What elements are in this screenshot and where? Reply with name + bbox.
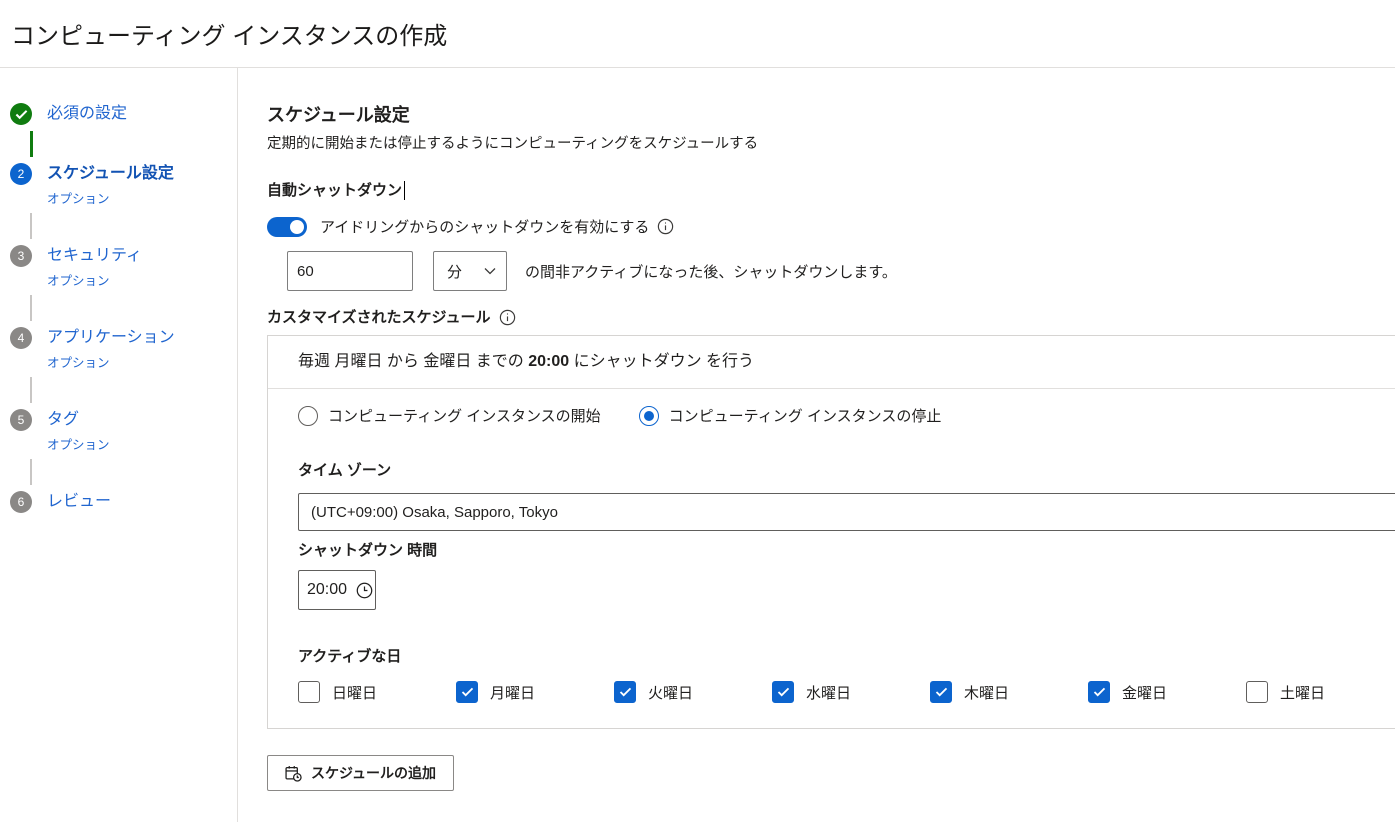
step-sublabel: オプション [47, 436, 110, 454]
add-schedule-button[interactable]: スケジュールの追加 [267, 755, 454, 791]
day-label: 日曜日 [332, 682, 377, 703]
schedule-summary-time: 20:00 [528, 353, 569, 370]
step-label: アプリケーション [47, 326, 175, 350]
idle-shutdown-toggle-label: アイドリングからのシャットダウンを有効にする [320, 216, 649, 237]
step-label: 必須の設定 [47, 102, 127, 126]
step-label: スケジュール設定 [47, 162, 174, 186]
day-checkbox-monday[interactable]: 月曜日 [456, 681, 614, 703]
step-number-badge: 4 [10, 327, 32, 349]
checkbox-icon [1246, 681, 1268, 703]
auto-shutdown-heading-text: 自動シャットダウン [267, 180, 402, 201]
main-content: スケジュール設定 定期的に開始または停止するようにコンピューティングをスケジュー… [238, 68, 1395, 822]
day-checkbox-wednesday[interactable]: 水曜日 [772, 681, 930, 703]
radio-start-label: コンピューティング インスタンスの開始 [328, 405, 601, 426]
calendar-clock-icon [285, 765, 302, 782]
shutdown-time-value: 20:00 [307, 581, 347, 599]
add-schedule-label: スケジュールの追加 [311, 763, 436, 783]
text-cursor [404, 181, 405, 200]
radio-stop-label: コンピューティング インスタンスの停止 [669, 405, 942, 426]
step-sublabel: オプション [47, 190, 174, 208]
idle-unit-value: 分 [447, 261, 462, 282]
step-application[interactable]: 4 アプリケーション オプション [10, 326, 237, 372]
schedule-card: 毎週 月曜日 から 金曜日 までの 20:00 にシャットダウン を行う コンピ… [267, 335, 1395, 729]
day-checkbox-saturday[interactable]: 土曜日 [1246, 681, 1395, 703]
page-title: コンピューティング インスタンスの作成 [11, 16, 447, 51]
step-connector [30, 377, 32, 403]
radio-unselected-icon [298, 406, 318, 426]
idle-duration-row: 分 の間非アクティブになった後、シャットダウンします。 [287, 251, 1395, 291]
step-sublabel: オプション [47, 354, 175, 372]
step-connector [30, 131, 33, 157]
radio-start-instance[interactable]: コンピューティング インスタンスの開始 [298, 405, 601, 426]
radio-stop-instance[interactable]: コンピューティング インスタンスの停止 [639, 405, 942, 426]
chevron-down-icon [484, 267, 496, 275]
checkbox-icon [1088, 681, 1110, 703]
timezone-label: タイム ゾーン [298, 462, 1395, 480]
step-completed-check-icon [10, 103, 32, 125]
day-checkbox-sunday[interactable]: 日曜日 [298, 681, 456, 703]
step-label: セキュリティ [47, 244, 142, 268]
step-security[interactable]: 3 セキュリティ オプション [10, 244, 237, 290]
idle-unit-select[interactable]: 分 [433, 251, 507, 291]
toggle-knob [290, 220, 304, 234]
checkbox-icon [614, 681, 636, 703]
step-connector [30, 459, 32, 485]
step-sublabel: オプション [47, 272, 142, 290]
schedule-summary: 毎週 月曜日 から 金曜日 までの 20:00 にシャットダウン を行う [268, 336, 1395, 389]
step-number-badge: 6 [10, 491, 32, 513]
clock-icon[interactable] [355, 581, 374, 600]
radio-selected-icon [639, 406, 659, 426]
checkbox-icon [772, 681, 794, 703]
schedule-card-body: コンピューティング インスタンスの開始 コンピューティング インスタンスの停止 … [268, 389, 1395, 728]
step-review[interactable]: 6 レビュー [10, 490, 237, 514]
idle-shutdown-toggle-row: アイドリングからのシャットダウンを有効にする [267, 216, 1395, 237]
timezone-select[interactable]: (UTC+09:00) Osaka, Sapporo, Tokyo [298, 493, 1395, 531]
create-compute-instance-page: コンピューティング インスタンスの作成 必須の設定 2 スケジュール設定 オプシ… [0, 0, 1395, 823]
day-label: 月曜日 [490, 682, 535, 703]
idle-suffix-text: の間非アクティブになった後、シャットダウンします。 [525, 261, 897, 282]
day-checkbox-thursday[interactable]: 木曜日 [930, 681, 1088, 703]
custom-schedule-heading: カスタマイズされたスケジュール [267, 307, 1395, 328]
active-days-group: 日曜日 月曜日 火曜日 水曜日 [298, 681, 1395, 703]
custom-schedule-heading-text: カスタマイズされたスケジュール [267, 307, 491, 328]
schedule-summary-prefix: 毎週 月曜日 から 金曜日 までの [298, 353, 528, 370]
day-checkbox-tuesday[interactable]: 火曜日 [614, 681, 772, 703]
auto-shutdown-heading: 自動シャットダウン [267, 180, 1395, 201]
idle-shutdown-toggle[interactable] [267, 217, 307, 237]
day-label: 土曜日 [1280, 682, 1325, 703]
shutdown-time-input[interactable]: 20:00 [298, 570, 376, 610]
section-title: スケジュール設定 [267, 105, 1395, 126]
step-connector [30, 295, 32, 321]
info-icon[interactable] [657, 218, 674, 235]
schedule-summary-suffix: にシャットダウン を行う [569, 353, 754, 370]
day-label: 木曜日 [964, 682, 1009, 703]
section-subtitle: 定期的に開始または停止するようにコンピューティングをスケジュールする [267, 134, 1395, 154]
day-label: 火曜日 [648, 682, 693, 703]
step-label: タグ [47, 408, 110, 432]
checkbox-icon [456, 681, 478, 703]
step-required-settings[interactable]: 必須の設定 [10, 102, 237, 126]
timezone-value: (UTC+09:00) Osaka, Sapporo, Tokyo [311, 504, 558, 521]
schedule-action-radio-group: コンピューティング インスタンスの開始 コンピューティング インスタンスの停止 [298, 405, 1395, 426]
day-label: 金曜日 [1122, 682, 1167, 703]
step-number-badge: 5 [10, 409, 32, 431]
step-number-badge: 3 [10, 245, 32, 267]
checkbox-icon [930, 681, 952, 703]
page-header: コンピューティング インスタンスの作成 [0, 0, 1395, 68]
day-checkbox-friday[interactable]: 金曜日 [1088, 681, 1246, 703]
step-tags[interactable]: 5 タグ オプション [10, 408, 237, 454]
step-number-badge: 2 [10, 163, 32, 185]
step-connector [30, 213, 32, 239]
active-days-label: アクティブな日 [298, 648, 1395, 666]
step-schedule-settings[interactable]: 2 スケジュール設定 オプション [10, 162, 237, 208]
wizard-steps-sidebar: 必須の設定 2 スケジュール設定 オプション 3 セキュリティ オプション [0, 68, 238, 822]
step-label: レビュー [47, 490, 111, 514]
day-label: 水曜日 [806, 682, 851, 703]
info-icon[interactable] [499, 309, 516, 326]
checkbox-icon [298, 681, 320, 703]
idle-minutes-input[interactable] [287, 251, 413, 291]
shutdown-time-label: シャットダウン 時間 [298, 542, 1395, 560]
